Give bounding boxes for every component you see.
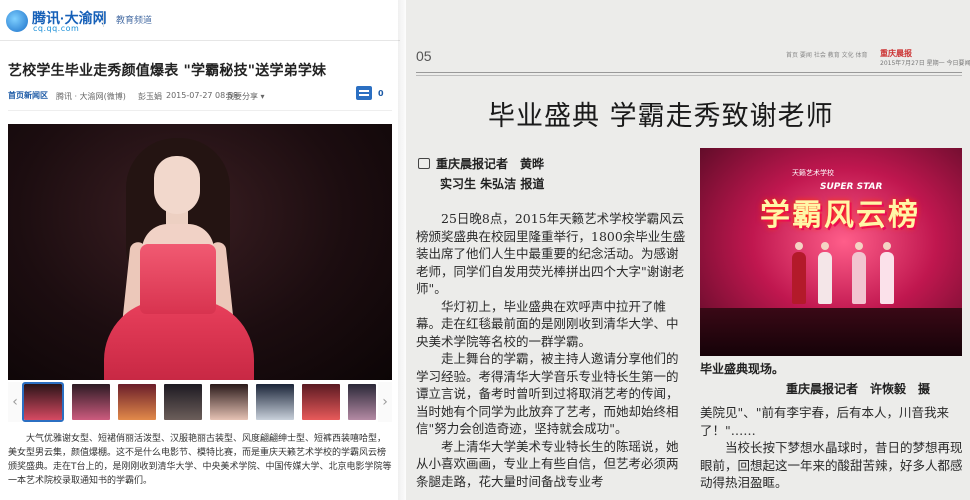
newspaper-header: 05 首页 要闻 社会 教育 文化 体育 重庆晨报 2015年7月27日 星期一…	[406, 40, 970, 82]
stage-photo: 天籁艺术学校 SUPER STAR 学霸风云榜	[700, 148, 962, 356]
web-article-screenshot: 腾讯·大渝网 cq.qq.com 教育频道 艺校学生毕业走秀颜值爆表 "学霸秘技…	[0, 0, 400, 500]
stage-performer-head	[883, 242, 891, 250]
header-rule	[416, 75, 962, 76]
comment-count[interactable]: 0	[378, 89, 384, 98]
thumb-prev-arrow-icon[interactable]: ‹	[8, 382, 22, 422]
article-main-photo[interactable]	[8, 124, 392, 380]
newspaper-body-column-2: 美院见"、"前有李宇春，后有本人，川音我来了！"…… 当校长按下梦想水晶球时，昔…	[700, 404, 968, 492]
thumbnail[interactable]	[72, 384, 110, 420]
newspaper-headline: 毕业盛典 学霸走秀致谢老师	[488, 101, 834, 132]
header-rule	[416, 72, 962, 73]
meta-divider	[8, 110, 392, 111]
newspaper-paragraph: 考上清华大学美术专业特长生的陈瑶说，她从小喜欢画画，专业上有些自信，但艺考必须两…	[416, 438, 679, 489]
article-author: 彭玉娟	[138, 92, 162, 101]
byline: 重庆晨报记者 黄晔 实习生 朱弘洁 报道	[418, 154, 544, 194]
comment-icon[interactable]	[356, 86, 372, 100]
thumb-next-arrow-icon[interactable]: ›	[378, 382, 392, 422]
stage-performer	[880, 252, 894, 304]
issue-date: 2015年7月27日 星期一 今日要闻	[880, 60, 970, 67]
photo-caption: 毕业盛典现场。	[700, 362, 785, 376]
thumbnail-selected[interactable]	[22, 382, 64, 422]
newspaper-paragraph: 美院见"、"前有李宇春，后有本人，川音我来了！"……	[700, 405, 949, 438]
site-header: 腾讯·大渝网 cq.qq.com 教育频道	[0, 0, 400, 41]
stage-performer	[792, 252, 806, 304]
stage-performer	[852, 252, 866, 304]
article-body: 大气优雅谢女型、短裙俏丽活泼型、汉服艳丽古装型、风度翩翩绅士型、短裤西装嘻哈型，…	[8, 432, 392, 488]
stage-floor	[700, 308, 962, 356]
article-title: 艺校学生毕业走秀颜值爆表 "学霸秘技"送学弟学妹	[8, 63, 327, 79]
article-source[interactable]: 腾讯 · 大渝网(微博)	[56, 91, 126, 102]
logo-subtext: cq.qq.com	[33, 24, 80, 33]
article-paragraph: 大气优雅谢女型、短裙俏丽活泼型、汉服艳丽古装型、风度翩翩绅士型、短裤西装嘻哈型，…	[8, 434, 392, 486]
channel-link[interactable]: 教育频道	[116, 13, 152, 26]
newspaper-body-column: 25日晚8点，2015年天籁艺术学校学霸风云榜颁奖盛典在校园里隆重举行，1800…	[416, 210, 690, 490]
stage-title: 学霸风云榜	[760, 198, 920, 233]
article-meta: 首页新闻区 腾讯 · 大渝网(微博) 彭玉娟 2015-07-27 08:58 …	[0, 86, 400, 106]
photo-credit: 重庆晨报记者 许恢毅 摄	[786, 382, 931, 396]
thumbnail[interactable]	[256, 384, 294, 420]
header-divider	[103, 11, 104, 27]
stage-logo-text: 天籁艺术学校	[792, 169, 834, 177]
thumbnail-strip: ‹ ›	[8, 382, 392, 424]
thumbnail[interactable]	[164, 384, 202, 420]
photo-figure-dress	[140, 244, 216, 314]
thumbnail[interactable]	[118, 384, 156, 420]
thumbnail[interactable]	[210, 384, 248, 420]
newspaper-paragraph: 25日晚8点，2015年天籁艺术学校学霸风云榜颁奖盛典在校园里隆重举行，1800…	[416, 211, 686, 296]
qq-logo-icon	[6, 10, 28, 32]
newspaper-clipping: 05 首页 要闻 社会 教育 文化 体育 重庆晨报 2015年7月27日 星期一…	[406, 0, 970, 500]
byline-square-icon	[418, 158, 430, 169]
newspaper-paragraph: 当校长按下梦想水晶球时，昔日的梦想再现眼前，回想起这一年来的酸甜苦辣，好多人都感…	[700, 440, 963, 490]
page-number: 05	[416, 48, 432, 64]
section-index: 首页 要闻 社会 教育 文化 体育	[786, 52, 868, 59]
thumbnail[interactable]	[302, 384, 340, 420]
section-tag[interactable]: 首页新闻区	[8, 90, 48, 101]
stage-performer	[818, 252, 832, 304]
share-button[interactable]: 我要分享 ▾	[226, 91, 265, 102]
newspaper-paragraph: 华灯初上，毕业盛典在欢呼声中拉开了帷幕。走在红毯最前面的是刚刚收到清华大学、中央…	[416, 298, 679, 349]
byline-reporter: 重庆晨报记者 黄晔	[436, 157, 545, 171]
stage-performer-head	[795, 242, 803, 250]
thumbnail[interactable]	[348, 384, 376, 420]
newspaper-paragraph: 走上舞台的学霸，被主持人邀请分享他们的学习经验。考得清华大学音乐专业特长生第一的…	[416, 351, 679, 436]
stage-performer-head	[855, 242, 863, 250]
photo-figure-face	[154, 156, 200, 214]
stage-performer-head	[821, 242, 829, 250]
byline-intern: 实习生 朱弘洁 报道	[440, 177, 545, 191]
site-logo[interactable]: 腾讯·大渝网 cq.qq.com	[6, 8, 107, 36]
